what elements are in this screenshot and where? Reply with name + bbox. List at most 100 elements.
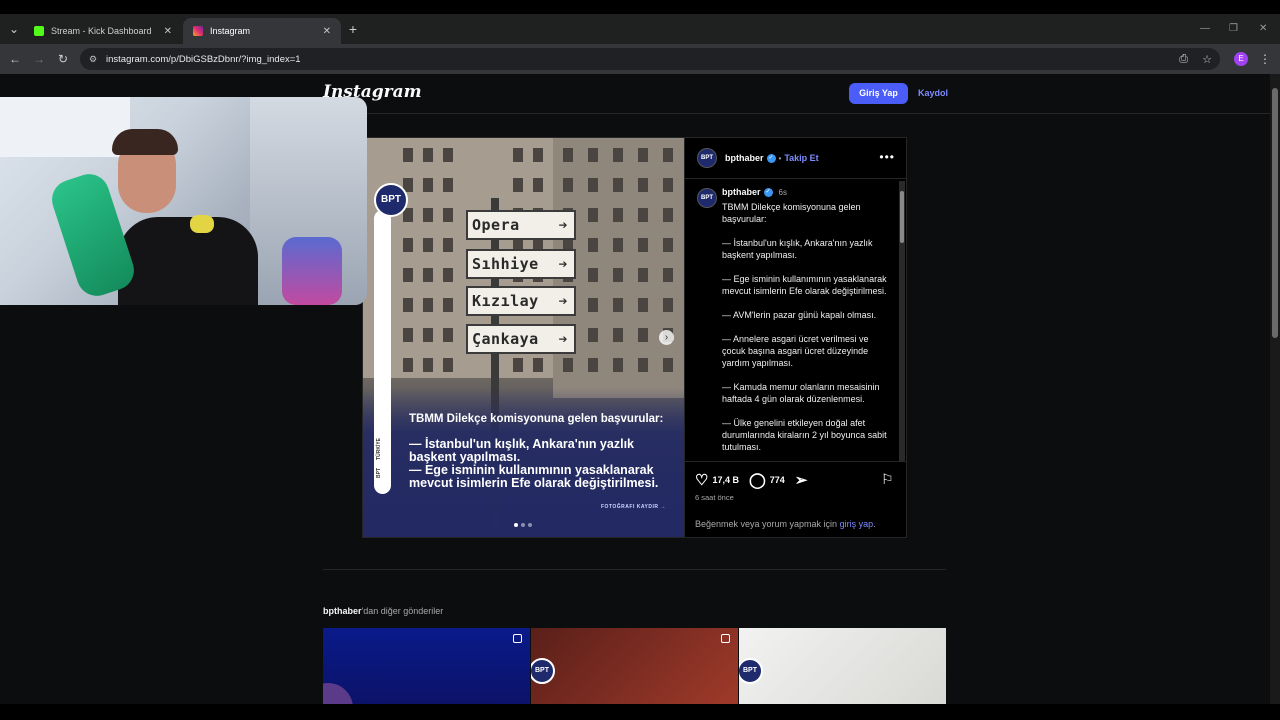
like-count: 17,4 B xyxy=(712,475,739,485)
webcam-wall xyxy=(0,97,130,157)
building-window xyxy=(663,238,673,252)
close-tab-icon[interactable]: ✕ xyxy=(323,26,331,37)
carousel-dot xyxy=(521,523,525,527)
webcam-person-hair xyxy=(112,129,178,155)
close-window-icon[interactable]: ✕ xyxy=(1259,23,1267,34)
arrow-right-icon: ➔ xyxy=(558,292,568,310)
page-scroll-thumb[interactable] xyxy=(1272,88,1278,338)
sign-opera: Opera ➔ xyxy=(466,210,576,240)
back-arrow-icon[interactable]: ← xyxy=(6,50,24,68)
caption-line: — Annelere asgari ücret verilmesi ve çoc… xyxy=(722,334,869,368)
more-posts-username[interactable]: bpthaber xyxy=(323,606,362,616)
site-info-icon[interactable]: ⚙ xyxy=(89,54,97,65)
building-window xyxy=(663,268,673,282)
caption-scrollbar[interactable] xyxy=(899,181,905,461)
building-window xyxy=(638,208,648,222)
caption-line: — Kamuda memur olanların mesaisinin haft… xyxy=(722,382,880,404)
profile-avatar[interactable]: E xyxy=(1234,52,1248,66)
building-window xyxy=(423,208,433,222)
close-tab-icon[interactable]: ✕ xyxy=(164,26,172,37)
more-posts-grid: BPT BPT xyxy=(323,628,946,704)
save-bookmark-icon[interactable]: ⚐ xyxy=(881,471,894,488)
more-posts-suffix: 'dan diğer gönderiler xyxy=(361,606,444,616)
building-window xyxy=(423,238,433,252)
carousel-indicator-icon xyxy=(513,634,522,643)
sign-text: Kızılay xyxy=(472,292,539,310)
building-window xyxy=(403,328,413,342)
tab-kick-dashboard[interactable]: Stream - Kick Dashboard ✕ xyxy=(24,18,182,44)
login-hint-link[interactable]: giriş yap xyxy=(840,519,874,529)
tab-search-icon[interactable]: ⌄ xyxy=(5,20,23,38)
building-window xyxy=(588,298,598,312)
caption-avatar[interactable]: BPT xyxy=(697,188,717,208)
media-line-2b: mevcut isimlerin Efe olarak değiştirilme… xyxy=(409,476,659,490)
building-window xyxy=(638,148,648,162)
media-headline: TBMM Dilekçe komisyonuna gelen başvurula… xyxy=(409,413,664,425)
post-media-image[interactable]: Opera ➔ Sıhhiye ➔ Kızılay ➔ Çankaya ➔ TÜRKİY… xyxy=(363,138,684,537)
caption-area[interactable]: BPT bpthaber ✓ 6s TBMM Dilekçe komisyonu… xyxy=(685,179,907,462)
building-window xyxy=(588,148,598,162)
building-window xyxy=(613,298,623,312)
forward-arrow-icon[interactable]: → xyxy=(30,50,48,68)
comment-bubble-icon[interactable]: ◯ xyxy=(749,471,766,489)
author-avatar[interactable]: BPT xyxy=(697,148,717,168)
building-window xyxy=(588,268,598,282)
caption-line: — Ülke genelini etkileyen doğal afet dur… xyxy=(722,418,887,452)
webcam-shelf-toy xyxy=(190,215,214,233)
like-heart-icon[interactable]: ♡ xyxy=(695,471,708,489)
caption-username[interactable]: bpthaber xyxy=(722,187,761,197)
login-hint-text: Beğenmek veya yorum yapmak için xyxy=(695,519,840,529)
more-options-icon[interactable]: ••• xyxy=(879,150,895,164)
arrow-right-icon: ➔ xyxy=(558,330,568,348)
building-window xyxy=(513,178,523,192)
building-window xyxy=(533,178,543,192)
share-send-icon[interactable]: ➢ xyxy=(795,471,808,489)
browser-menu-icon[interactable]: ⋮ xyxy=(1256,50,1274,68)
building-window xyxy=(403,238,413,252)
page-scrollbar[interactable] xyxy=(1270,74,1280,704)
carousel-dots xyxy=(514,523,532,527)
building-window xyxy=(513,148,523,162)
building-window xyxy=(423,148,433,162)
address-bar[interactable]: ⚙ instagram.com/p/DbiGSBzDbnr/?img_index… xyxy=(80,48,1220,70)
login-button[interactable]: Giriş Yap xyxy=(849,83,908,104)
reload-icon[interactable]: ↻ xyxy=(54,50,72,68)
new-tab-button[interactable]: + xyxy=(344,20,362,38)
building-window xyxy=(588,358,598,372)
verified-badge-icon: ✓ xyxy=(763,187,773,197)
section-divider xyxy=(323,569,946,570)
more-post-thumb-3[interactable]: BPT xyxy=(739,628,946,704)
building-window xyxy=(588,178,598,192)
post-actions: ♡ 17,4 B ◯ 774 ➢ xyxy=(695,471,811,489)
more-post-thumb-1[interactable] xyxy=(323,628,530,704)
more-post-thumb-2[interactable]: BPT xyxy=(531,628,738,704)
author-username[interactable]: bpthaber xyxy=(725,153,764,163)
building-window xyxy=(613,148,623,162)
follow-button[interactable]: Takip Et xyxy=(784,153,818,163)
building-window xyxy=(403,358,413,372)
maximize-icon[interactable]: ❐ xyxy=(1229,23,1238,34)
building-window xyxy=(443,238,453,252)
bookmark-star-icon[interactable]: ☆ xyxy=(1202,53,1212,66)
tab-instagram[interactable]: Instagram ✕ xyxy=(183,18,341,44)
next-image-button[interactable]: › xyxy=(659,330,674,345)
minimize-icon[interactable]: — xyxy=(1200,23,1210,34)
building-window xyxy=(563,358,573,372)
browser-toolbar: ← → ↻ ⚙ instagram.com/p/DbiGSBzDbnr/?img… xyxy=(0,44,1280,74)
caption-line: — İstanbul'un kışlık, Ankara'nın yazlık … xyxy=(722,238,873,260)
building-window xyxy=(663,178,673,192)
building-window xyxy=(638,328,648,342)
building-window xyxy=(423,178,433,192)
building-window xyxy=(423,298,433,312)
building-window xyxy=(423,268,433,282)
caption-scroll-thumb[interactable] xyxy=(900,191,904,243)
signup-link[interactable]: Kaydol xyxy=(918,83,948,104)
bpt-logo-badge: BPT xyxy=(739,658,763,684)
building-window xyxy=(563,178,573,192)
caption-time: 6s xyxy=(778,187,787,197)
post-sidebar: BPT bpthaber ✓ • Takip Et ••• BPT bpthab… xyxy=(684,138,907,537)
media-side-bar: TÜRKİYE BPT xyxy=(374,210,391,494)
install-app-icon[interactable]: ⎙ xyxy=(1179,53,1188,66)
building-window xyxy=(443,178,453,192)
building-window xyxy=(613,268,623,282)
